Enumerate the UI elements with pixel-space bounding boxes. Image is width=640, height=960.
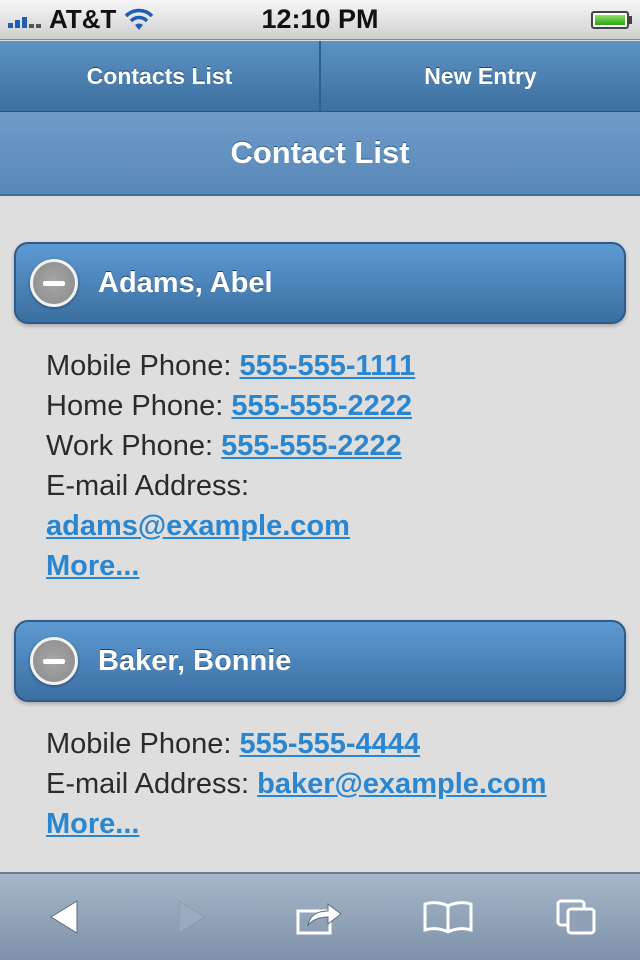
contact-details-baker: Mobile Phone: 555-555-4444 E-mail Addres… xyxy=(46,724,616,844)
work-phone-row: Work Phone: 555-555-2222 xyxy=(46,426,616,466)
page-title: Contact List xyxy=(230,135,410,170)
collapse-icon[interactable] xyxy=(30,259,78,307)
mobile-phone-label: Mobile Phone: xyxy=(46,728,240,760)
mobile-phone-row: Mobile Phone: 555-555-1111 xyxy=(46,346,616,386)
page-header: Contact List xyxy=(0,112,640,196)
home-phone-label: Home Phone: xyxy=(46,390,232,422)
tab-new-entry[interactable]: New Entry xyxy=(321,41,640,111)
contact-details-adams: Mobile Phone: 555-555-1111 Home Phone: 5… xyxy=(46,346,616,586)
contact-name: Baker, Bonnie xyxy=(98,644,292,677)
carrier-name: AT&T xyxy=(49,4,117,34)
more-link[interactable]: More... xyxy=(46,550,139,582)
work-phone-label: Work Phone: xyxy=(46,430,222,462)
browser-toolbar xyxy=(0,872,640,960)
signal-strength-icon xyxy=(8,12,41,28)
email-label: E-mail Address: xyxy=(46,768,258,800)
wifi-icon xyxy=(124,8,154,32)
mobile-phone-link[interactable]: 555-555-4444 xyxy=(239,728,420,760)
tab-contacts-list[interactable]: Contacts List xyxy=(0,41,321,111)
more-link[interactable]: More... xyxy=(46,808,139,840)
mobile-phone-label: Mobile Phone: xyxy=(46,350,240,382)
email-row: E-mail Address: baker@example.com xyxy=(46,764,616,804)
status-left: AT&T xyxy=(8,4,154,35)
mobile-phone-link[interactable]: 555-555-1111 xyxy=(239,350,415,382)
contact-name: Adams, Abel xyxy=(98,266,273,299)
email-label: E-mail Address: xyxy=(46,470,250,502)
contact-header-adams[interactable]: Adams, Abel xyxy=(14,242,626,324)
contact-header-baker[interactable]: Baker, Bonnie xyxy=(14,620,626,702)
bookmarks-icon[interactable] xyxy=(408,887,488,947)
mobile-phone-row: Mobile Phone: 555-555-4444 xyxy=(46,724,616,764)
forward-icon[interactable] xyxy=(152,887,232,947)
work-phone-link[interactable]: 555-555-2222 xyxy=(221,430,402,462)
email-link[interactable]: baker@example.com xyxy=(257,768,546,800)
nav-bar: Contacts List New Entry xyxy=(0,41,640,112)
tabs-icon[interactable] xyxy=(536,887,616,947)
home-phone-link[interactable]: 555-555-2222 xyxy=(231,390,412,422)
collapse-icon[interactable] xyxy=(30,637,78,685)
back-icon[interactable] xyxy=(24,887,104,947)
share-icon[interactable] xyxy=(280,887,360,947)
status-bar: AT&T 12:10 PM xyxy=(0,0,640,40)
battery-icon xyxy=(591,10,632,29)
contact-list: Adams, Abel Mobile Phone: 555-555-1111 H… xyxy=(0,198,640,872)
home-phone-row: Home Phone: 555-555-2222 xyxy=(46,386,616,426)
email-link[interactable]: adams@example.com xyxy=(46,510,350,542)
